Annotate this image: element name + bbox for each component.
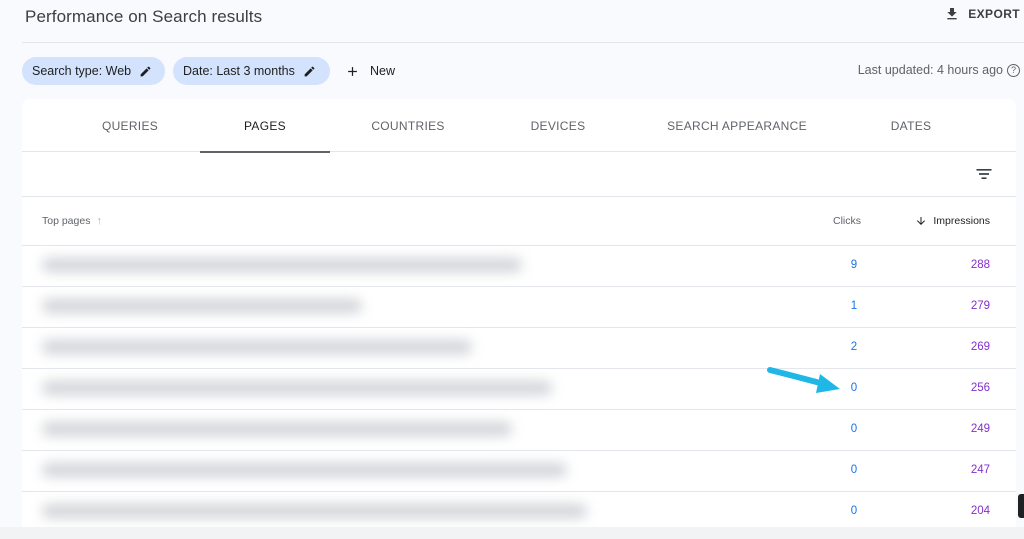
tab-devices[interactable]: DEVICES	[498, 99, 618, 152]
table-row[interactable]: 2 269	[22, 328, 1016, 369]
row-clicks: 2	[850, 341, 858, 353]
table-filter-row	[22, 152, 1016, 197]
sort-up-icon: ↑	[96, 215, 102, 227]
pencil-icon	[304, 66, 315, 76]
tab-pages[interactable]: PAGES	[200, 99, 330, 153]
row-impressions: 204	[970, 505, 990, 517]
tab-queries[interactable]: QUERIES	[70, 99, 190, 152]
table-row[interactable]: 0 256	[22, 369, 1016, 410]
report-card: QUERIES PAGES COUNTRIES DEVICES SEARCH A…	[22, 99, 1016, 539]
side-panel-tab[interactable]	[1018, 494, 1024, 518]
new-filter-button[interactable]: New	[345, 59, 395, 83]
row-clicks: 9	[850, 259, 858, 271]
row-clicks: 0	[850, 423, 858, 435]
download-icon	[947, 8, 957, 20]
bottom-strip	[0, 527, 1024, 539]
search-type-label: Search type: Web	[32, 64, 132, 78]
pencil-icon	[140, 66, 151, 76]
table-row[interactable]: 1 279	[22, 287, 1016, 328]
new-label: New	[370, 64, 396, 78]
row-clicks: 1	[850, 300, 858, 312]
tab-countries[interactable]: COUNTRIES	[348, 99, 468, 152]
col-header-impressions[interactable]: Impressions	[915, 215, 990, 227]
tab-bar: QUERIES PAGES COUNTRIES DEVICES SEARCH A…	[22, 99, 1016, 153]
blurred-page-url	[42, 504, 587, 518]
last-updated-text: Last updated: 4 hours ago	[857, 63, 1003, 77]
tab-dates[interactable]: DATES	[851, 99, 971, 152]
row-impressions: 247	[970, 464, 990, 476]
row-impressions: 288	[970, 259, 990, 271]
sort-down-icon	[917, 217, 926, 225]
annotation-arrow-icon	[767, 367, 840, 393]
row-impressions: 256	[970, 382, 990, 394]
row-clicks: 0	[850, 464, 858, 476]
row-clicks: 0	[850, 505, 858, 517]
row-impressions: 249	[970, 423, 990, 435]
date-label: Date: Last 3 months	[183, 64, 295, 78]
table-row[interactable]: 0 247	[22, 451, 1016, 492]
table-row[interactable]: 9 288	[22, 246, 1016, 287]
export-button[interactable]: EXPORT	[944, 6, 1020, 22]
filter-icon[interactable]	[974, 164, 994, 184]
table-row[interactable]: 0 249	[22, 410, 1016, 451]
row-clicks: 0	[850, 382, 858, 394]
blurred-page-url	[42, 381, 552, 395]
blurred-page-url	[42, 422, 512, 436]
last-updated: Last updated: 4 hours ago ?	[858, 63, 1020, 77]
col-top-pages-label: Top pages	[42, 215, 91, 227]
tab-search-appearance[interactable]: SEARCH APPEARANCE	[652, 99, 822, 152]
col-impressions-label: Impressions	[933, 215, 990, 227]
page-title: Performance on Search results	[25, 7, 263, 26]
col-header-clicks[interactable]: Clicks	[833, 215, 861, 227]
blurred-page-url	[42, 463, 567, 477]
blurred-page-url	[42, 299, 362, 313]
date-chip[interactable]: Date: Last 3 months	[173, 57, 330, 85]
export-label: EXPORT	[968, 7, 1020, 21]
search-type-chip[interactable]: Search type: Web	[22, 57, 165, 85]
header-divider	[22, 42, 1024, 43]
table-header: Top pages ↑ Clicks Impressions	[22, 197, 1016, 246]
plus-icon	[348, 66, 357, 76]
blurred-page-url	[42, 340, 472, 354]
blurred-page-url	[42, 258, 522, 272]
help-icon[interactable]: ?	[1007, 63, 1020, 77]
row-impressions: 279	[970, 300, 990, 312]
row-impressions: 269	[970, 341, 990, 353]
col-header-top-pages[interactable]: Top pages ↑	[42, 215, 102, 227]
